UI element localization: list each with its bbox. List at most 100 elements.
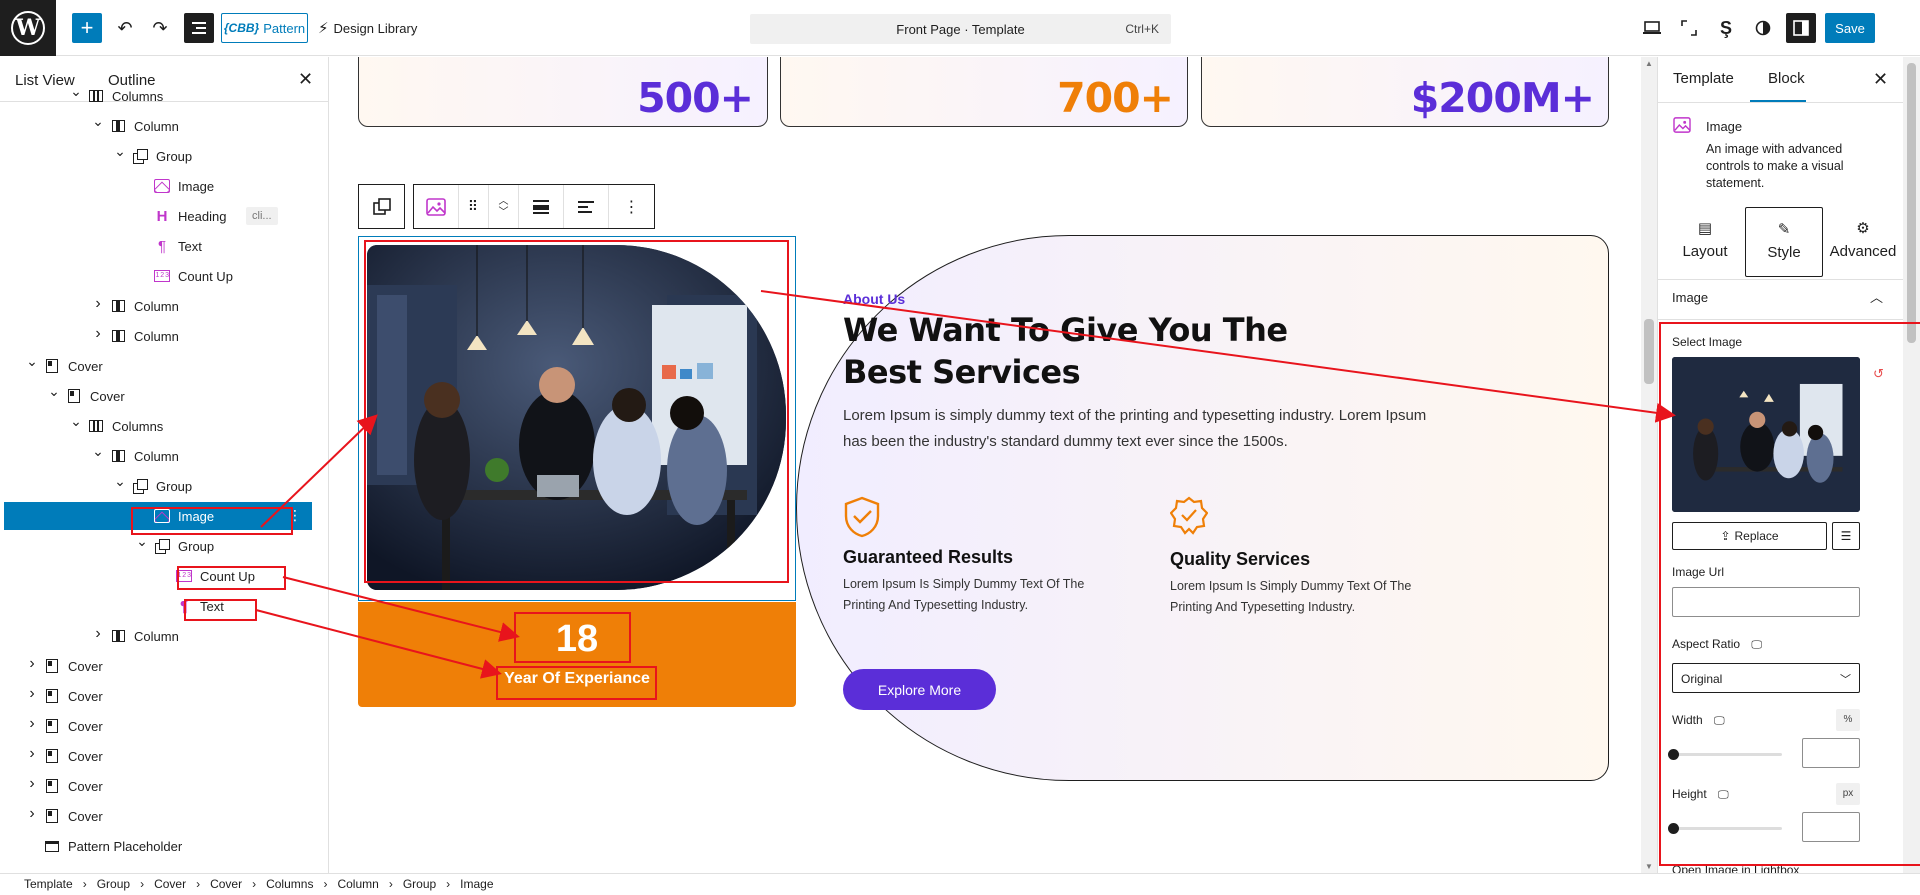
chevron-up-icon[interactable]: ︿ [1870,287,1883,306]
chevron-down-icon[interactable]: ⌄ [26,353,38,370]
chevron-right-icon[interactable]: › [26,685,38,703]
list-view-row[interactable]: › Cover [4,652,312,680]
breadcrumb-item[interactable]: Template [24,877,73,891]
breadcrumb-item[interactable]: Cover [154,877,186,891]
width-unit-toggle[interactable]: % [1836,709,1860,731]
chevron-right-icon[interactable]: › [26,655,38,673]
chevron-down-icon[interactable]: ⌄ [92,443,104,460]
list-view-row[interactable]: ⌄ Group [4,472,312,500]
list-view-row[interactable]: Image ⋮ [4,502,312,530]
about-heading[interactable]: We Want To Give You The Best Services [843,309,1323,393]
fullscreen-button[interactable] [1674,13,1704,43]
height-number-input[interactable] [1802,812,1860,842]
breadcrumb-item[interactable]: Group [403,877,436,891]
tab-block[interactable]: Block [1768,70,1805,87]
list-view-row[interactable]: Image [4,172,312,200]
feature-title[interactable]: Guaranteed Results [843,547,1013,568]
stat-card[interactable]: $200M+ [1201,57,1609,127]
list-view-row[interactable]: › Cover [4,772,312,800]
list-view-row[interactable]: ¶ Text [4,592,312,620]
wordpress-logo-button[interactable]: W [0,0,56,56]
chevron-down-icon[interactable]: ⌄ [48,383,60,400]
chevron-right-icon[interactable]: › [92,295,104,313]
chevron-right-icon[interactable]: › [92,625,104,643]
list-view-row[interactable]: ⌄ Group [4,532,312,560]
tab-layout[interactable]: ▤ Layout [1666,207,1744,277]
text-align-button[interactable] [564,185,609,228]
canvas-scrollbar[interactable]: ▲ ▼ [1641,57,1657,873]
breadcrumb-item[interactable]: Cover [210,877,242,891]
feature-title[interactable]: Quality Services [1170,549,1310,570]
desktop-icon[interactable]: 🖵 [1751,639,1762,651]
redo-button[interactable]: ↷ [148,13,172,43]
list-view-row[interactable]: ⌄ Group [4,142,312,170]
list-view-row[interactable]: › Cover [4,802,312,830]
width-slider[interactable] [1668,749,1782,760]
chevron-down-icon[interactable]: ⌄ [92,113,104,130]
tab-template[interactable]: Template [1673,70,1734,87]
chevron-down-icon[interactable]: ⌄ [114,473,126,490]
chevron-right-icon[interactable]: › [26,745,38,763]
list-view-row[interactable]: › Column [4,622,312,650]
more-options-button[interactable]: ⋮ [609,185,654,228]
list-view-row[interactable]: 1 2 3 Count Up [4,262,312,290]
scroll-thumb[interactable] [1644,319,1654,384]
plugin-button[interactable]: Ş [1711,13,1741,43]
stat-card[interactable]: 500+ [358,57,768,127]
list-view-row[interactable]: › Column [4,322,312,350]
list-view-row[interactable]: ⌄ Column [4,112,312,140]
stat-card[interactable]: 700+ [780,57,1188,127]
image-url-input[interactable] [1672,587,1860,617]
settings-scrollbar[interactable] [1903,57,1920,873]
feature-text[interactable]: Lorem Ipsum Is Simply Dummy Text Of The … [1170,576,1445,618]
slider-handle[interactable] [1668,823,1679,834]
aspect-ratio-select[interactable]: Original ﹀ [1672,663,1860,693]
chevron-right-icon[interactable]: › [26,715,38,733]
experience-counter-card[interactable]: 18 Year Of Experiance [358,602,796,707]
chevron-down-icon[interactable]: ⌄ [114,143,126,160]
breadcrumb-item[interactable]: Image [460,877,493,891]
list-view-row[interactable]: › Cover [4,712,312,740]
document-overview-button[interactable] [184,13,214,43]
image-block-selected[interactable] [358,236,796,601]
width-number-input[interactable] [1802,738,1860,768]
add-block-button[interactable]: + [72,13,102,43]
scroll-thumb[interactable] [1907,63,1916,343]
list-view-row[interactable]: ⌄ Columns [4,82,312,110]
about-paragraph[interactable]: Lorem Ipsum is simply dummy text of the … [843,403,1433,455]
chevron-down-icon[interactable]: ⌄ [70,83,82,100]
about-subtitle[interactable]: About Us [843,291,905,307]
list-view-row[interactable]: ⌄ Cover [4,352,312,380]
desktop-icon[interactable]: 🖵 [1714,715,1725,727]
select-parent-button[interactable] [359,185,404,228]
design-library-button[interactable]: ⚡ Design Library [318,13,426,43]
list-view-row[interactable]: Pattern Placeholder [4,832,312,860]
height-unit-toggle[interactable]: px [1836,783,1860,805]
selected-image-preview[interactable] [1672,357,1860,512]
breadcrumb-item[interactable]: Group [97,877,130,891]
count-up-number[interactable]: 18 [358,618,796,661]
list-view-row[interactable]: ⌄ Column [4,442,312,470]
command-palette-bar[interactable]: Front Page · Template Ctrl+K [750,14,1171,44]
replace-image-button[interactable]: ⇪ Replace [1672,522,1827,550]
breadcrumb-item[interactable]: Column [337,877,378,891]
slider-handle[interactable] [1668,749,1679,760]
list-view-row[interactable]: › Cover [4,742,312,770]
explore-more-button[interactable]: Explore More [843,669,996,710]
chevron-down-icon[interactable]: ⌄ [136,533,148,550]
chevron-right-icon[interactable]: › [26,805,38,823]
list-view-row[interactable]: ⌄ Columns [4,412,312,440]
lightbox-toggle-label[interactable]: Open Image in Lightbox [1672,863,1799,873]
list-view-row[interactable]: 1 2 3 Count Up [4,562,312,590]
media-library-button[interactable]: ☰ [1832,522,1860,550]
list-view-row[interactable]: H Heading cli... [4,202,312,230]
breadcrumb-item[interactable]: Columns [266,877,313,891]
move-up-down-button[interactable]: ︿ ﹀ [489,185,519,228]
tab-style[interactable]: ✎ Style [1745,207,1823,277]
undo-button[interactable]: ↶ [113,13,137,43]
styles-button[interactable] [1748,13,1778,43]
list-view-row[interactable]: ⌄ Cover [4,382,312,410]
kebab-icon[interactable]: ⋮ [288,507,302,524]
list-view-row[interactable]: › Column [4,292,312,320]
image-section-title[interactable]: Image [1672,290,1708,305]
